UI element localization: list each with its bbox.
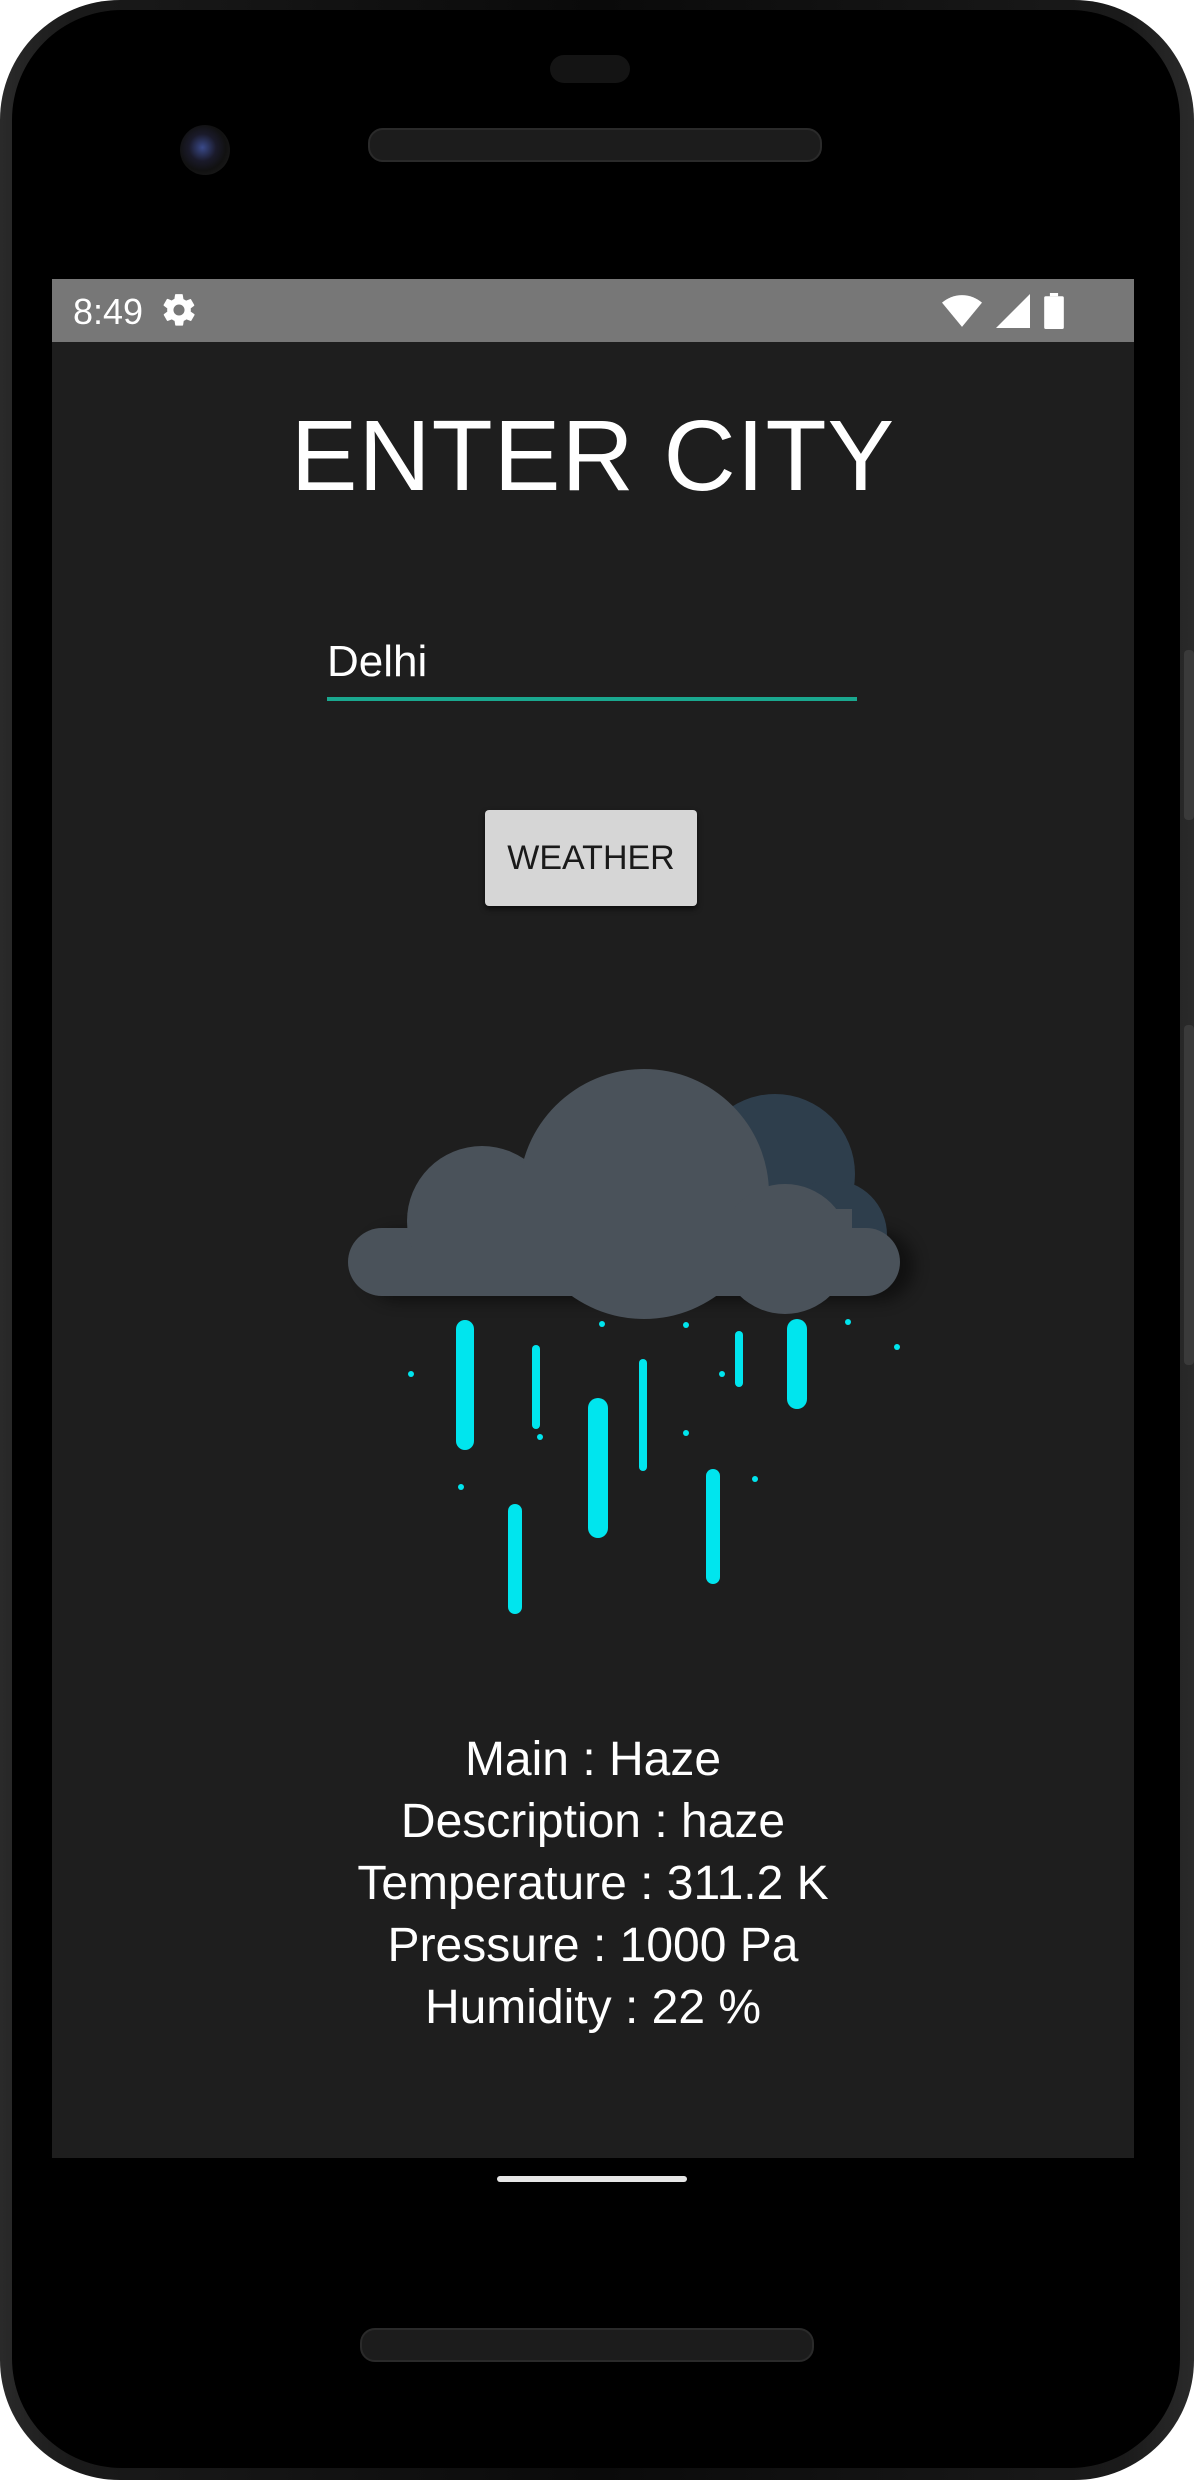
- earpiece-speaker: [368, 128, 822, 162]
- rain-cloud-icon: [348, 1069, 914, 1614]
- bottom-speaker: [360, 2328, 814, 2362]
- weather-button[interactable]: WEATHER: [485, 810, 697, 906]
- front-camera: [180, 125, 230, 175]
- app-screen: 8:49 ENTER CITY WEATHER: [52, 279, 1134, 2158]
- gear-icon: [163, 294, 195, 326]
- detail-main: Main : Haze: [464, 1733, 722, 1786]
- status-icons: [942, 293, 1064, 329]
- weather-details: Main : Haze Description : haze Temperatu…: [52, 1729, 1134, 2039]
- status-bar: 8:49: [52, 279, 1134, 342]
- battery-icon: [1044, 293, 1064, 329]
- home-gesture-handle[interactable]: [497, 2176, 687, 2182]
- rain-drops: [408, 1319, 900, 1614]
- cell-signal-icon: [996, 294, 1030, 328]
- proximity-sensor: [550, 55, 630, 83]
- detail-pressure: Pressure : 1000 Pa: [387, 1919, 799, 1972]
- status-time: 8:49: [73, 291, 144, 332]
- detail-temperature: Temperature : 311.2 K: [357, 1857, 829, 1910]
- power-button: [1184, 650, 1194, 820]
- volume-button: [1184, 1025, 1194, 1365]
- wifi-icon: [942, 295, 982, 327]
- page-title: ENTER CITY: [290, 400, 896, 512]
- detail-description: Description : haze: [400, 1795, 786, 1848]
- phone-frame: 8:49 ENTER CITY WEATHER: [0, 0, 1194, 2480]
- detail-humidity: Humidity : 22 %: [424, 1981, 762, 2034]
- city-input[interactable]: [327, 631, 857, 701]
